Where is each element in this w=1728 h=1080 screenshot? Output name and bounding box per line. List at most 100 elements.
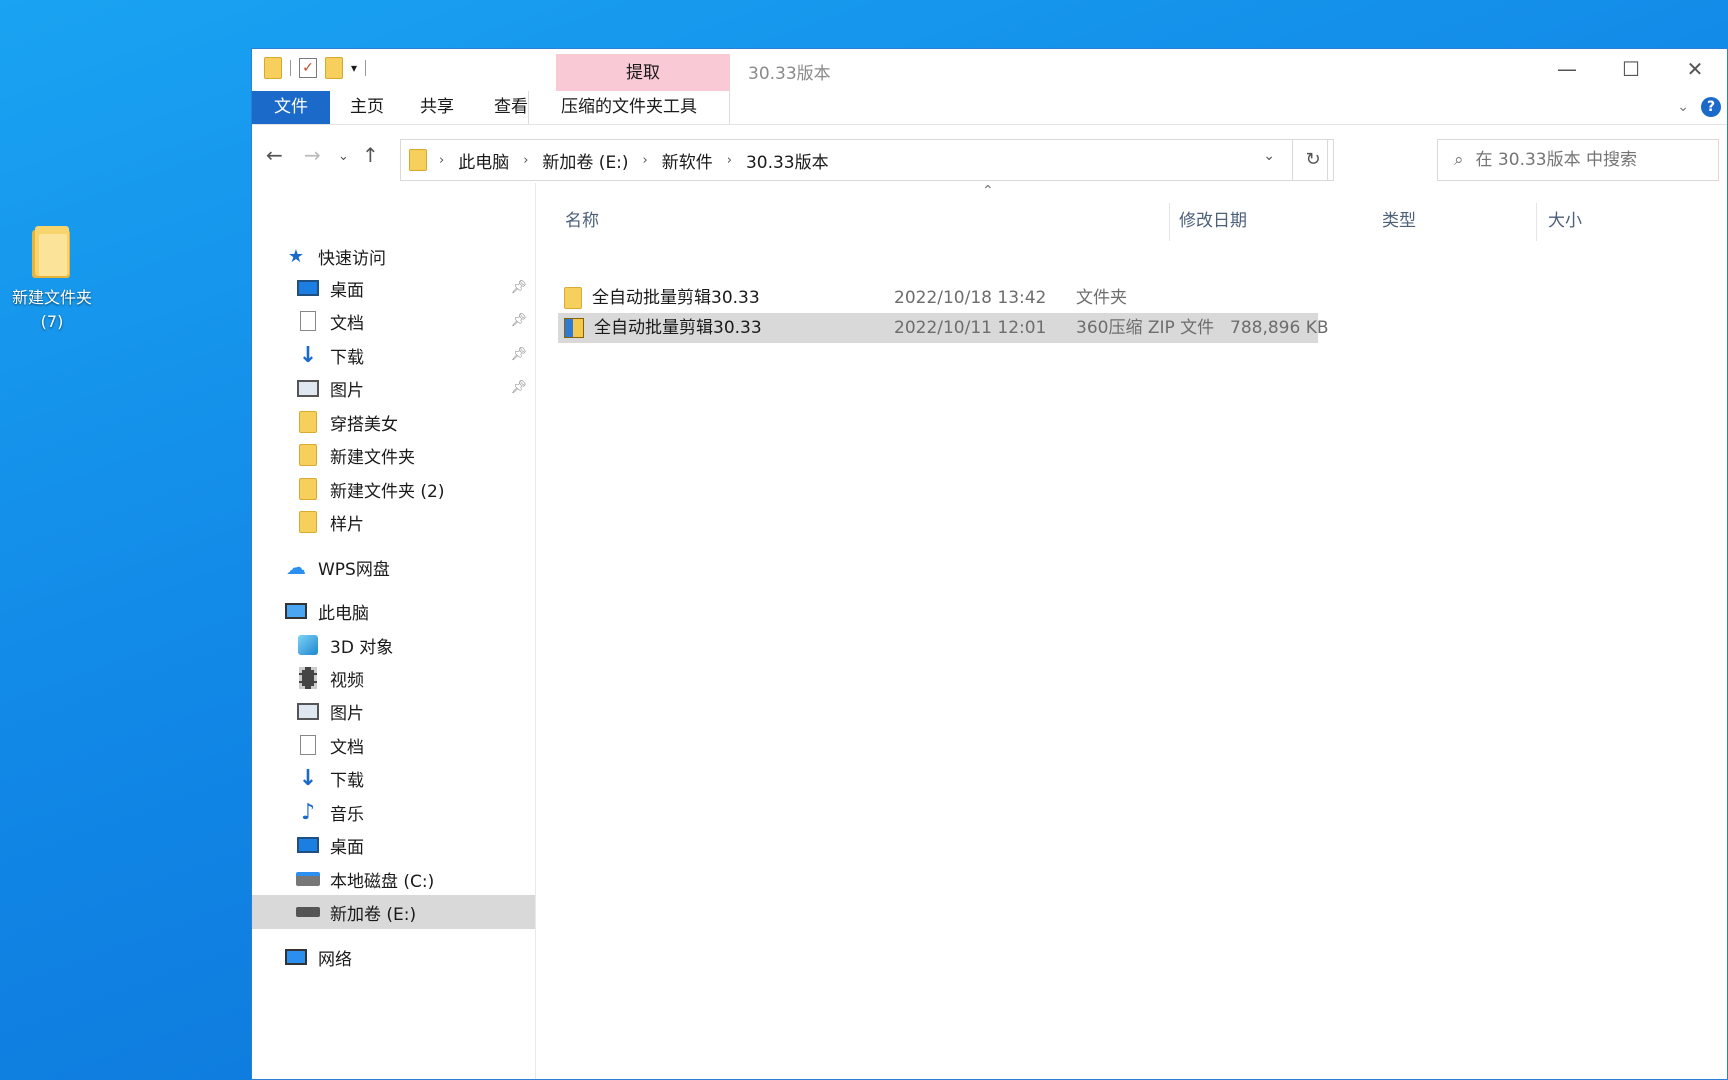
nav-item-desktop[interactable]: 桌面 📌︎ — [252, 271, 535, 305]
nav-label: WPS网盘 — [318, 559, 390, 580]
nav-item-videos[interactable]: 视频 — [252, 661, 535, 695]
cloud-icon: ☁ — [286, 555, 306, 579]
close-button[interactable]: ✕ — [1663, 49, 1727, 91]
nav-label: 穿搭美女 — [330, 414, 398, 435]
back-arrow-icon[interactable]: ← — [266, 143, 283, 167]
column-header-size[interactable]: 大小 — [1548, 203, 1582, 239]
column-header-name[interactable]: 名称 — [565, 203, 599, 239]
nav-this-pc[interactable]: 此电脑 — [252, 594, 535, 628]
nav-label: 样片 — [330, 514, 364, 535]
tab-home[interactable]: 主页 — [342, 91, 392, 124]
pin-icon[interactable]: 📌︎ — [510, 313, 527, 328]
address-bar[interactable]: › 此电脑 › 新加卷 (E:) › 新软件 › 30.33版本 ⌄ — [400, 139, 1328, 181]
nav-label: 新建文件夹 (2) — [330, 481, 445, 502]
folder-icon — [264, 57, 282, 79]
new-folder-icon[interactable] — [325, 57, 343, 79]
customize-toolbar-dropdown-icon[interactable]: ▾ — [351, 61, 357, 75]
nav-item-samples[interactable]: 样片 — [252, 505, 535, 539]
network-icon — [285, 949, 307, 965]
nav-label: 新建文件夹 — [330, 447, 415, 468]
expand-ribbon-icon[interactable]: ⌄ — [1677, 99, 1689, 115]
nav-wps-drive[interactable]: ☁ WPS网盘 — [252, 550, 535, 584]
breadcrumb-drive-e[interactable]: 新加卷 (E:) — [542, 148, 628, 173]
nav-item-pc-documents[interactable]: 文档 — [252, 728, 535, 762]
column-header-type[interactable]: 类型 — [1382, 203, 1416, 239]
breadcrumb-separator-icon[interactable]: › — [439, 153, 444, 168]
file-type: 文件夹 — [1076, 288, 1127, 308]
address-dropdown-icon[interactable]: ⌄ — [1263, 148, 1275, 164]
divider — [1169, 203, 1170, 241]
extract-context-tab[interactable]: 提取 — [556, 54, 730, 92]
recent-locations-chevron-icon[interactable]: ⌄ — [338, 149, 349, 164]
nav-item-new-folder[interactable]: 新建文件夹 — [252, 438, 535, 472]
document-icon — [300, 735, 316, 755]
nav-item-local-disk-c[interactable]: 本地磁盘 (C:) — [252, 862, 535, 896]
nav-label: 3D 对象 — [330, 637, 394, 658]
nav-quick-access[interactable]: ★ 快速访问 — [252, 239, 535, 273]
up-arrow-icon[interactable]: ↑ — [362, 143, 379, 167]
help-icon[interactable]: ? — [1701, 97, 1721, 117]
desktop-folder-icon[interactable]: 新建文件夹 (7) — [4, 222, 100, 334]
refresh-button[interactable]: ↻ — [1292, 139, 1334, 181]
nav-label: 图片 — [330, 380, 364, 401]
search-input[interactable] — [1475, 150, 1696, 170]
file-list: ⌃ 名称 修改日期 类型 大小 全自动批量剪辑30.33 2022/10/18 … — [536, 183, 1727, 1079]
file-type: 360压缩 ZIP 文件 — [1076, 318, 1215, 338]
breadcrumb-current-folder[interactable]: 30.33版本 — [746, 148, 829, 173]
pin-icon[interactable]: 📌︎ — [510, 380, 527, 395]
breadcrumb-separator-icon[interactable]: › — [523, 153, 528, 168]
nav-label: 快速访问 — [318, 248, 386, 269]
nav-network[interactable]: 网络 — [252, 940, 535, 974]
window-controls: — ☐ ✕ — [1535, 49, 1727, 91]
table-row[interactable]: 全自动批量剪辑30.33 2022/10/18 13:42 文件夹 — [558, 283, 1318, 313]
tab-file[interactable]: 文件 — [252, 91, 330, 124]
minimize-button[interactable]: — — [1535, 49, 1599, 91]
nav-item-drive-e[interactable]: 新加卷 (E:) — [252, 895, 535, 929]
nav-label: 音乐 — [330, 804, 364, 825]
nav-item-3d-objects[interactable]: 3D 对象 — [252, 628, 535, 662]
download-icon: ↓ — [298, 342, 318, 368]
download-icon: ↓ — [298, 765, 318, 791]
nav-item-music[interactable]: ♪ 音乐 — [252, 795, 535, 829]
properties-icon[interactable]: ✓ — [299, 58, 317, 78]
breadcrumb-this-pc[interactable]: 此电脑 — [458, 148, 509, 173]
quick-access-toolbar: ✓ ▾ — [264, 57, 367, 79]
pin-icon[interactable]: 📌︎ — [510, 347, 527, 362]
file-date: 2022/10/11 12:01 — [894, 318, 1047, 338]
nav-item-pc-pictures[interactable]: 图片 — [252, 694, 535, 728]
nav-item-pictures[interactable]: 图片 📌︎ — [252, 371, 535, 405]
divider — [365, 60, 367, 76]
title-bar: ✓ ▾ 提取 30.33版本 — ☐ ✕ — [252, 49, 1727, 92]
window-title: 30.33版本 — [748, 64, 831, 84]
maximize-button[interactable]: ☐ — [1599, 49, 1663, 91]
navigation-pane: ★ 快速访问 桌面 📌︎ 文档 📌︎ ↓ 下载 📌︎ 图片 📌︎ 穿搭美女 新建… — [252, 183, 536, 1079]
forward-arrow-icon[interactable]: → — [304, 143, 321, 167]
nav-item-folder-outfit[interactable]: 穿搭美女 — [252, 405, 535, 439]
breadcrumb-separator-icon[interactable]: › — [727, 153, 732, 168]
tab-compressed-folder-tools[interactable]: 压缩的文件夹工具 — [528, 91, 730, 124]
sort-ascending-icon: ⌃ — [982, 183, 994, 199]
document-icon — [300, 311, 316, 331]
nav-label: 下载 — [330, 770, 364, 791]
nav-item-pc-downloads[interactable]: ↓ 下载 — [252, 761, 535, 795]
search-box[interactable]: ⌕ — [1437, 139, 1719, 181]
nav-item-new-folder-2[interactable]: 新建文件夹 (2) — [252, 472, 535, 506]
nav-item-documents[interactable]: 文档 📌︎ — [252, 304, 535, 338]
nav-item-downloads[interactable]: ↓ 下载 📌︎ — [252, 338, 535, 372]
search-icon: ⌕ — [1454, 150, 1464, 170]
breadcrumb-separator-icon[interactable]: › — [643, 153, 648, 168]
table-row[interactable]: 全自动批量剪辑30.33 2022/10/11 12:01 360压缩 ZIP … — [558, 313, 1329, 343]
folder-icon — [299, 478, 317, 500]
divider — [290, 60, 291, 76]
column-header-date[interactable]: 修改日期 — [1179, 203, 1247, 239]
tab-share[interactable]: 共享 — [412, 91, 462, 124]
pin-icon[interactable]: 📌︎ — [510, 280, 527, 295]
file-explorer-window: ✓ ▾ 提取 30.33版本 — ☐ ✕ 文件 主页 共享 查看 压缩的文件夹工… — [251, 48, 1728, 1080]
nav-label: 视频 — [330, 670, 364, 691]
desktop-icon — [297, 280, 319, 296]
zip-icon — [564, 318, 584, 338]
breadcrumb-new-software[interactable]: 新软件 — [662, 148, 713, 173]
nav-label: 网络 — [318, 949, 352, 970]
nav-item-pc-desktop[interactable]: 桌面 — [252, 828, 535, 862]
computer-icon — [285, 603, 307, 619]
